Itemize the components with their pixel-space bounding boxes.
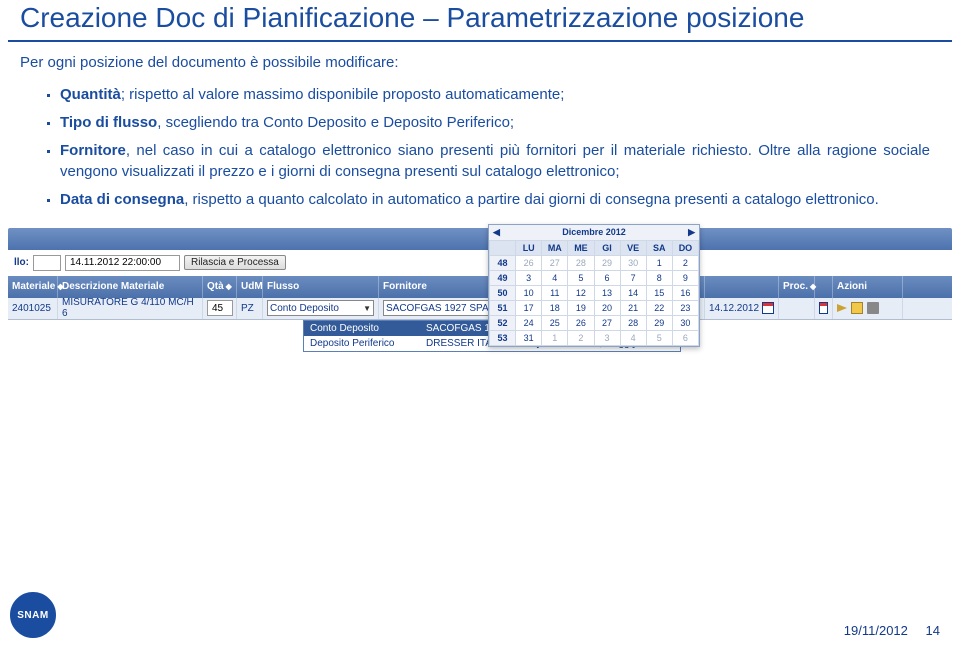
- footer-page: 14: [926, 623, 940, 638]
- col-proc[interactable]: Proc.: [783, 281, 808, 292]
- chevron-down-icon: ▼: [363, 304, 371, 313]
- small-input[interactable]: [33, 255, 61, 271]
- calendar-grid[interactable]: LUMAMEGIVESADO48262728293012493456789501…: [489, 240, 699, 346]
- mail-icon[interactable]: [851, 302, 863, 314]
- brand-logo: SNAM: [10, 592, 56, 638]
- page-title: Creazione Doc di Pianificazione – Parame…: [8, 0, 952, 42]
- bullet-text: , nel caso in cui a catalogo elettronico…: [60, 142, 930, 181]
- screenshot-mock: llo: Rilascia e Processa ◀ Dicembre 2012…: [8, 228, 952, 320]
- timestamp-input[interactable]: [65, 255, 180, 271]
- col-qty[interactable]: Qtà: [207, 281, 224, 292]
- bullet-item: Quantità; rispetto al valore massimo dis…: [60, 81, 930, 109]
- col-blank3: [815, 276, 833, 298]
- table-header: Materiale◆ Descrizione Materiale Qtà◆ Ud…: [8, 276, 952, 298]
- qty-input[interactable]: [207, 300, 233, 316]
- bullet-item: Tipo di flusso, scegliendo tra Conto Dep…: [60, 109, 930, 137]
- col-udm[interactable]: UdM: [241, 281, 263, 292]
- bullet-label: Tipo di flusso: [60, 114, 157, 131]
- calendar-popup[interactable]: ◀ Dicembre 2012 ▶ LUMAMEGIVESADO48262728…: [488, 224, 700, 347]
- trash-icon[interactable]: [867, 302, 879, 314]
- edit-icon[interactable]: [837, 304, 847, 312]
- cell-date: 14.12.2012: [709, 303, 759, 314]
- footer: SNAM 19/11/2012 14: [0, 592, 960, 638]
- dropdown-option[interactable]: Conto Deposito: [304, 321, 420, 336]
- calendar-icon[interactable]: [762, 302, 774, 314]
- col-desc[interactable]: Descrizione Materiale: [62, 281, 164, 292]
- col-actions: Azioni: [837, 281, 867, 292]
- flow-dropdown[interactable]: Conto Deposito▼: [267, 300, 374, 316]
- footer-date: 19/11/2012: [844, 623, 908, 638]
- bullet-item: Fornitore, nel caso in cui a catalogo el…: [60, 137, 930, 187]
- bullet-label: Fornitore: [60, 142, 126, 159]
- control-row: llo: Rilascia e Processa: [8, 250, 952, 276]
- cell-material: 2401025: [8, 298, 58, 319]
- release-process-button[interactable]: Rilascia e Processa: [184, 255, 286, 270]
- bullet-item: Data di consegna, rispetto a quanto calc…: [60, 186, 930, 214]
- bullet-text: ; rispetto al valore massimo disponibile…: [121, 86, 565, 103]
- intro-text: Per ogni posizione del documento è possi…: [0, 54, 960, 81]
- toolbar-strip: [8, 228, 952, 250]
- bullet-list: Quantità; rispetto al valore massimo dis…: [0, 81, 960, 214]
- calendar-month: Dicembre 2012: [562, 227, 626, 237]
- col-flow[interactable]: Flusso: [267, 281, 299, 292]
- col-blank2: [705, 276, 779, 298]
- sort-icon[interactable]: ◆: [226, 282, 232, 291]
- calendar-next-icon[interactable]: ▶: [688, 227, 695, 238]
- bullet-text: , scegliendo tra Conto Deposito e Deposi…: [157, 114, 514, 131]
- cell-desc: MISURATORE G 4/110 MC/H 6: [58, 298, 203, 319]
- bullet-label: Data di consegna: [60, 191, 184, 208]
- calendar-icon[interactable]: [819, 302, 828, 314]
- cell-udm: PZ: [237, 298, 263, 319]
- calendar-prev-icon[interactable]: ◀: [493, 227, 500, 238]
- dropdown-option[interactable]: Deposito Periferico: [304, 336, 420, 351]
- col-supplier[interactable]: Fornitore: [383, 281, 427, 292]
- label-llo: llo:: [14, 257, 29, 268]
- col-material[interactable]: Materiale: [12, 281, 55, 292]
- bullet-text: , rispetto a quanto calcolato in automat…: [184, 191, 879, 208]
- bullet-label: Quantità: [60, 86, 121, 103]
- table-row: 2401025 MISURATORE G 4/110 MC/H 6 PZ Con…: [8, 298, 952, 320]
- cell-proc: [779, 298, 815, 319]
